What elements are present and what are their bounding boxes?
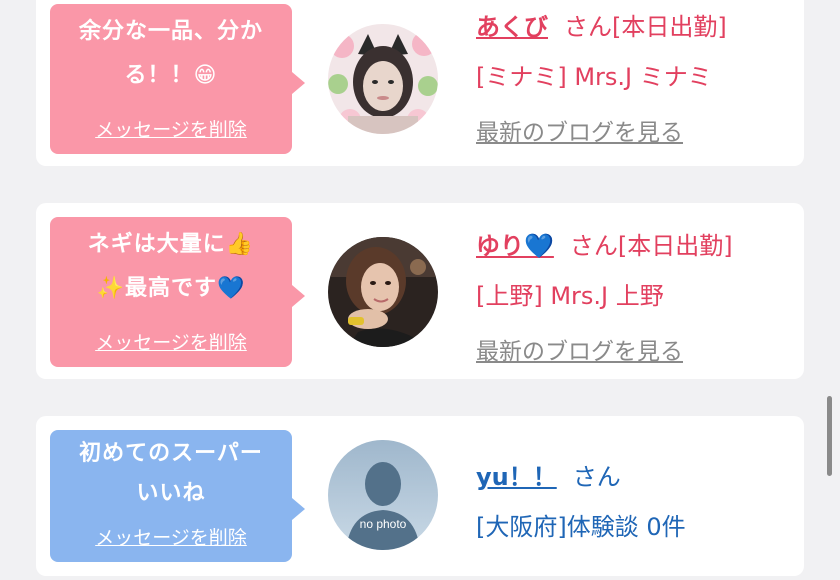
message-list: 余分な一品、分か る！！😁 メッセージを削除 あくび さん[本日出勤] [ミナミ… [0,0,840,580]
sender-suffix: さん[本日出勤] [569,232,733,260]
delete-message-link[interactable]: メッセージを削除 [50,115,292,142]
no-photo-silhouette-icon: no photo [328,440,438,550]
message-card: 初めてのスーパー いいね メッセージを削除 no photo yu！！ さん [… [36,416,804,576]
sender-suffix: さん[本日出勤] [564,13,727,41]
sender-suffix: さん [572,463,621,491]
message-text: 余分な一品、分か る！！😁 [78,19,263,88]
avatar[interactable] [328,24,438,134]
shop-label: [ミナミ] Mrs.J ミナミ [476,63,712,91]
scrollbar[interactable] [827,396,832,476]
sender-info: yu！！ さん [大阪府]体験談 0件 [476,452,794,552]
latest-blog-link[interactable]: 最新のブログを見る [476,110,794,156]
message-card: 余分な一品、分か る！！😁 メッセージを削除 あくび さん[本日出勤] [ミナミ… [36,0,804,166]
message-text: 初めてのスーパー いいね [79,441,263,506]
message-card: ネギは大量に👍 ✨最高です💙 メッセージを削除 ゆり💙 さん[本日出勤] [上野… [36,203,804,379]
profile-photo-woman [328,237,438,347]
report-count-label: [大阪府]体験談 0件 [476,513,686,541]
no-photo-caption: no photo [360,517,407,531]
latest-blog-link[interactable]: 最新のブログを見る [476,329,794,375]
message-bubble: 初めてのスーパー いいね メッセージを削除 [50,430,305,562]
message-bubble: 余分な一品、分か る！！😁 メッセージを削除 [50,4,305,154]
sender-info: ゆり💙 さん[本日出勤] [上野] Mrs.J 上野 最新のブログを見る [476,221,794,375]
sender-name-link[interactable]: yu！！ [476,463,557,491]
sender-name-link[interactable]: ゆり💙 [476,232,554,260]
message-text: ネギは大量に👍 ✨最高です💙 [87,232,255,301]
avatar[interactable]: no photo [328,440,438,550]
message-bubble: ネギは大量に👍 ✨最高です💙 メッセージを削除 [50,217,305,367]
profile-photo-cat-ears [328,24,438,134]
delete-message-link[interactable]: メッセージを削除 [50,523,292,550]
shop-label: [上野] Mrs.J 上野 [476,282,664,310]
delete-message-link[interactable]: メッセージを削除 [50,328,292,355]
sender-name-link[interactable]: あくび [476,13,548,41]
avatar[interactable] [328,237,438,347]
sender-info: あくび さん[本日出勤] [ミナミ] Mrs.J ミナミ 最新のブログを見る [476,2,794,156]
